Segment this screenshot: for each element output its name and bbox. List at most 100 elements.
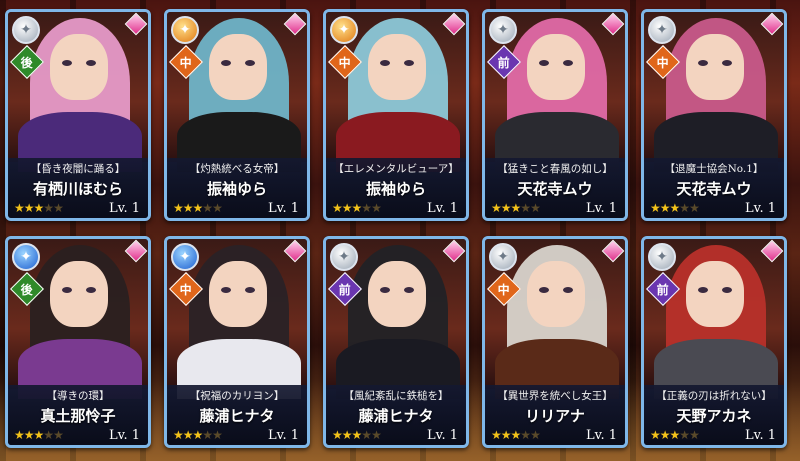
star-icon: ★ — [33, 201, 45, 215]
star-icon: ★ — [351, 201, 363, 215]
star-icon: ★ — [679, 428, 690, 442]
star-icon: ★ — [182, 428, 194, 442]
portrait-eye — [563, 60, 573, 66]
position-label: 前 — [656, 282, 670, 297]
character-card[interactable]: 【異世界を統べし女王】 リリアナ ★★★★★ Lv. 1 ✦ 中 — [482, 236, 628, 448]
element-orb-icon: ✦ — [171, 16, 199, 44]
character-card[interactable]: 【エレメンタルビューア】 振袖ゆら ★★★★★ Lv. 1 ✦ 中 — [323, 9, 469, 221]
star-icon: ★ — [202, 428, 213, 442]
character-card[interactable]: 【祝福のカリヨン】 藤浦ヒナタ ★★★★★ Lv. 1 ✦ 中 — [164, 236, 310, 448]
star-icon: ★ — [491, 201, 502, 215]
portrait-eye — [404, 287, 414, 293]
rarity-stars: ★★★★★ — [14, 428, 64, 442]
position-label: 前 — [497, 55, 511, 70]
character-card[interactable]: 【灼熱統べる女帝】 振袖ゆら ★★★★★ Lv. 1 ✦ 中 — [164, 9, 310, 221]
position-label: 前 — [338, 282, 352, 297]
position-label: 中 — [179, 282, 193, 297]
element-orb-icon: ✦ — [171, 243, 199, 271]
portrait-eye — [722, 287, 732, 293]
element-orb-icon: ✦ — [648, 16, 676, 44]
card-character-name: 有栖川ほむら — [32, 180, 123, 198]
star-icon: ★ — [341, 201, 353, 215]
star-icon: ★ — [332, 428, 343, 442]
portrait-face — [368, 261, 426, 327]
card-level: Lv. 1 — [109, 201, 140, 216]
star-icon: ★ — [212, 428, 223, 442]
card-character-name: 振袖ゆら — [206, 180, 267, 198]
portrait-eye — [245, 60, 255, 66]
rarity-stars: ★★★★★ — [173, 201, 223, 215]
element-orb-icon: ✦ — [330, 243, 358, 271]
character-card[interactable]: 【猛きこと春風の如し】 天花寺ムウ ★★★★★ Lv. 1 ✦ 前 — [482, 9, 628, 221]
portrait-eye — [563, 287, 573, 293]
portrait-eye — [539, 60, 549, 66]
card-level: Lv. 1 — [745, 428, 776, 443]
portrait-eye — [698, 287, 708, 293]
portrait-eye — [86, 287, 96, 293]
star-icon: ★ — [650, 201, 661, 215]
star-icon: ★ — [510, 428, 522, 442]
card-level: Lv. 1 — [586, 201, 617, 216]
star-icon: ★ — [23, 201, 35, 215]
star-icon: ★ — [371, 428, 382, 442]
rarity-stars: ★★★★★ — [14, 201, 64, 215]
card-character-name: 天花寺ムウ — [676, 180, 752, 198]
portrait-face — [527, 34, 585, 100]
character-card[interactable]: 【導きの環】 真土那怜子 ★★★★★ Lv. 1 ✦ 後 — [5, 236, 151, 448]
card-character-name: 振袖ゆら — [365, 180, 426, 198]
star-icon: ★ — [500, 201, 512, 215]
position-label: 中 — [656, 55, 670, 70]
rarity-stars: ★★★★★ — [650, 428, 700, 442]
star-icon: ★ — [371, 201, 382, 215]
card-subtitle: 【エレメンタルビューア】 — [333, 163, 459, 175]
star-icon: ★ — [43, 428, 54, 442]
star-icon: ★ — [173, 201, 184, 215]
star-icon: ★ — [689, 428, 700, 442]
portrait-eye — [380, 60, 390, 66]
portrait-face — [50, 34, 108, 100]
card-subtitle: 【正義の刃は折れない】 — [656, 390, 772, 402]
position-label: 中 — [179, 55, 193, 70]
star-icon: ★ — [361, 428, 372, 442]
portrait-eye — [539, 287, 549, 293]
rarity-stars: ★★★★★ — [173, 428, 223, 442]
star-icon: ★ — [650, 428, 661, 442]
portrait-face — [209, 261, 267, 327]
star-icon: ★ — [659, 201, 671, 215]
star-icon: ★ — [14, 201, 25, 215]
position-label: 中 — [497, 282, 511, 297]
element-orb-icon: ✦ — [12, 16, 40, 44]
star-icon: ★ — [679, 201, 690, 215]
card-character-name: 藤浦ヒナタ — [358, 407, 434, 425]
element-orb-icon: ✦ — [12, 243, 40, 271]
card-character-name: 天野アカネ — [676, 407, 752, 425]
card-level: Lv. 1 — [109, 428, 140, 443]
portrait-eye — [404, 60, 414, 66]
star-icon: ★ — [212, 201, 223, 215]
character-card[interactable]: 【正義の刃は折れない】 天野アカネ ★★★★★ Lv. 1 ✦ 前 — [641, 236, 787, 448]
portrait-face — [686, 34, 744, 100]
star-icon: ★ — [341, 428, 353, 442]
card-subtitle: 【昏き夜闇に踊る】 — [30, 163, 126, 175]
card-level: Lv. 1 — [268, 428, 299, 443]
portrait-face — [527, 261, 585, 327]
rarity-stars: ★★★★★ — [332, 201, 382, 215]
card-character-name: 天花寺ムウ — [517, 180, 593, 198]
character-card[interactable]: 【風紀紊乱に鉄槌を】 藤浦ヒナタ ★★★★★ Lv. 1 ✦ 前 — [323, 236, 469, 448]
portrait-face — [50, 261, 108, 327]
position-label: 後 — [20, 282, 34, 297]
star-icon: ★ — [23, 428, 35, 442]
card-subtitle: 【風紀紊乱に鉄槌を】 — [343, 390, 449, 402]
portrait-eye — [722, 60, 732, 66]
star-icon: ★ — [669, 201, 681, 215]
character-card[interactable]: 【昏き夜闇に踊る】 有栖川ほむら ★★★★★ Lv. 1 ✦ 後 — [5, 9, 151, 221]
card-subtitle: 【灼熱統べる女帝】 — [189, 163, 285, 175]
element-orb-icon: ✦ — [489, 243, 517, 271]
portrait-face — [209, 34, 267, 100]
star-icon: ★ — [510, 201, 522, 215]
portrait-eye — [86, 60, 96, 66]
position-label: 中 — [338, 55, 352, 70]
star-icon: ★ — [53, 428, 64, 442]
card-level: Lv. 1 — [427, 428, 458, 443]
character-card[interactable]: 【退魔士協会No.1】 天花寺ムウ ★★★★★ Lv. 1 ✦ 中 — [641, 9, 787, 221]
